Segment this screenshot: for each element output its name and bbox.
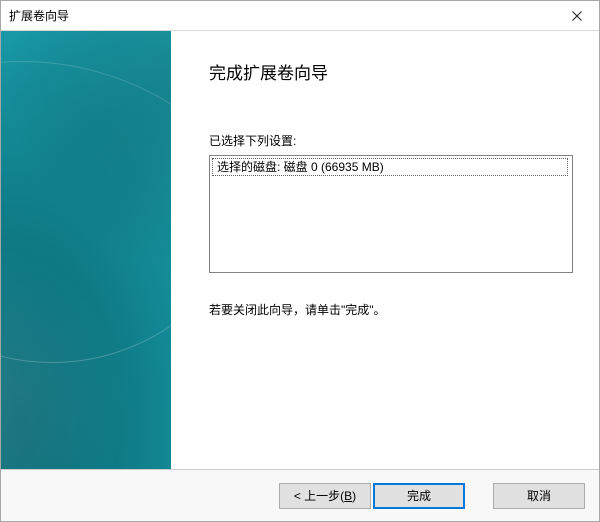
back-button[interactable]: < 上一步(B) — [279, 483, 371, 509]
close-icon — [572, 11, 582, 21]
content-pane: 完成扩展卷向导 已选择下列设置: 选择的磁盘: 磁盘 0 (66935 MB) … — [171, 31, 599, 469]
close-instruction: 若要关闭此向导，请单击"完成"。 — [209, 301, 573, 318]
cancel-button[interactable]: 取消 — [493, 483, 585, 509]
back-button-suffix: ) — [352, 489, 356, 503]
wizard-dialog: 扩展卷向导 完成扩展卷向导 已选择下列设置: 选择的磁盘: 磁盘 0 (6693… — [0, 0, 600, 522]
body-area: 完成扩展卷向导 已选择下列设置: 选择的磁盘: 磁盘 0 (66935 MB) … — [1, 31, 599, 469]
wizard-side-graphic — [1, 31, 171, 469]
nav-button-group: < 上一步(B) 完成 — [279, 483, 465, 509]
finish-button[interactable]: 完成 — [373, 483, 465, 509]
settings-label: 已选择下列设置: — [209, 132, 573, 149]
titlebar: 扩展卷向导 — [1, 1, 599, 31]
settings-list-item[interactable]: 选择的磁盘: 磁盘 0 (66935 MB) — [212, 158, 568, 176]
window-title: 扩展卷向导 — [9, 7, 69, 24]
close-button[interactable] — [554, 1, 599, 30]
settings-listbox[interactable]: 选择的磁盘: 磁盘 0 (66935 MB) — [209, 155, 573, 273]
button-bar: < 上一步(B) 完成 取消 — [1, 469, 599, 521]
back-button-prefix: < 上一步( — [294, 489, 344, 503]
back-button-mnemonic: B — [344, 489, 352, 503]
page-heading: 完成扩展卷向导 — [209, 59, 573, 84]
